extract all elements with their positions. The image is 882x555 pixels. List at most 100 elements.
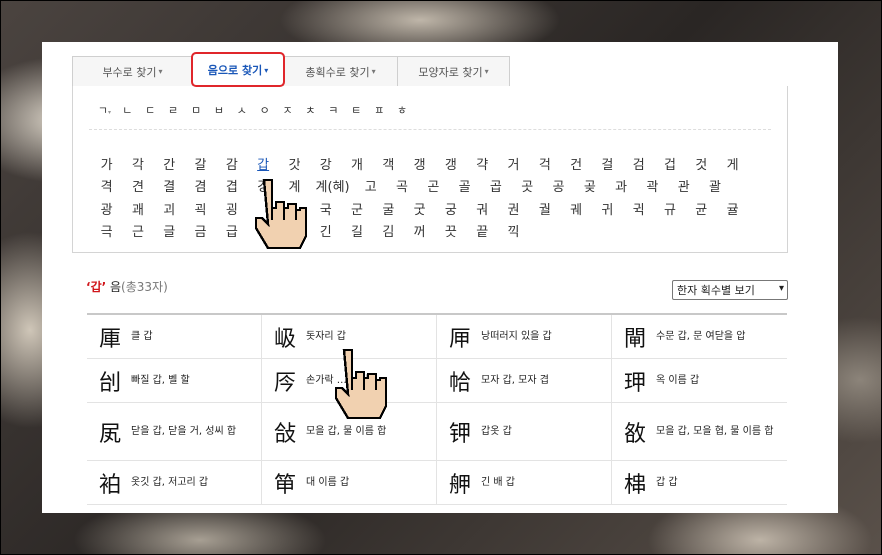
syllable-link[interactable]: 거 xyxy=(498,154,529,173)
syllable-link[interactable]: 국 xyxy=(310,199,341,218)
syllable-link[interactable]: 가 xyxy=(91,154,122,173)
syllable-link[interactable]: 괄 xyxy=(699,176,730,195)
hanja-character[interactable]: 笚 xyxy=(274,467,306,499)
hanja-character[interactable]: 㞍 xyxy=(99,416,131,448)
syllable-link[interactable]: 끽 xyxy=(498,221,529,240)
syllable-link[interactable]: 견 xyxy=(122,176,153,195)
syllable-link[interactable]: 겸 xyxy=(185,176,216,195)
syllable-link[interactable]: 궤 xyxy=(560,199,591,218)
syllable-link[interactable]: 괴 xyxy=(154,199,185,218)
syllable-link[interactable]: 균 xyxy=(686,199,717,218)
syllable-link[interactable]: 강 xyxy=(310,154,341,173)
syllable-link[interactable]: 격 xyxy=(91,176,122,195)
hanja-result-cell[interactable]: 刣 빠질 갑, 벨 할 xyxy=(87,359,262,403)
syllable-link[interactable]: 계 xyxy=(279,176,310,195)
hanja-result-cell[interactable]: 梙갑 갑 xyxy=(612,461,787,505)
syllable-link[interactable]: 곤 xyxy=(418,176,449,195)
syllable-link[interactable]: 귀 xyxy=(592,199,623,218)
syllable-link[interactable]: 간 xyxy=(154,154,185,173)
tab-radical[interactable]: 부수로 찾기 ▾ xyxy=(72,56,193,86)
syllable-link[interactable]: 곡 xyxy=(386,176,417,195)
hanja-result-cell[interactable]: 㞍 닫을 갑, 닫을 거, 성씨 합 xyxy=(87,403,262,461)
syllable-link[interactable]: 굿 xyxy=(404,199,435,218)
syllable-link[interactable]: 굴 xyxy=(373,199,404,218)
syllable-link[interactable]: 것 xyxy=(686,154,717,173)
initial-consonant[interactable]: ㅋ xyxy=(322,102,345,118)
syllable-link[interactable]: 귤 xyxy=(717,199,748,218)
hanja-result-cell[interactable]: 钾 갑옷 갑 xyxy=(437,403,612,461)
syllable-link[interactable]: 갱 xyxy=(435,154,466,173)
initial-consonant[interactable]: ㅌ xyxy=(345,102,368,118)
syllable-link[interactable]: 계(혜) xyxy=(310,176,355,195)
initial-consonant[interactable]: ㄴ xyxy=(116,102,139,118)
initial-consonant[interactable]: ㅍ xyxy=(368,102,391,118)
hanja-character[interactable]: 刣 xyxy=(99,365,131,397)
syllable-link[interactable]: 귁 xyxy=(623,199,654,218)
syllable-link[interactable]: 글 xyxy=(154,221,185,240)
syllable-link[interactable]: 군 xyxy=(341,199,372,218)
hanja-character[interactable]: 敋 xyxy=(624,416,656,448)
syllable-link[interactable]: 갈 xyxy=(185,154,216,173)
hanja-character[interactable]: 袙 xyxy=(99,467,131,499)
initial-consonant[interactable]: ㅊ xyxy=(299,102,322,118)
syllable-link[interactable]: 긴 xyxy=(310,221,341,240)
hanja-result-cell[interactable]: 敋 모을 갑, 모을 협, 물 이름 합 xyxy=(612,403,787,461)
syllable-link[interactable]: 곶 xyxy=(574,176,605,195)
initial-consonant[interactable]: ㅂ xyxy=(207,102,230,118)
syllable-link[interactable]: 갓 xyxy=(279,154,310,173)
syllable-link[interactable]: 곳 xyxy=(512,176,543,195)
hanja-character[interactable]: 岋 xyxy=(274,321,306,353)
syllable-link[interactable]: 건 xyxy=(560,154,591,173)
tab-sound[interactable]: 음으로 찾기 ▾ xyxy=(191,52,285,87)
syllable-link[interactable]: 규 xyxy=(654,199,685,218)
hanja-result-cell[interactable]: 玾옥 이름 갑 xyxy=(612,359,787,403)
tab-stroke-count[interactable]: 총획수로 찾기 ▾ xyxy=(283,56,398,86)
syllable-link[interactable]: 끝 xyxy=(467,221,498,240)
syllable-link[interactable]: 광 xyxy=(91,199,122,218)
hanja-result-cell[interactable]: 㕂 손가락 …… 갑 xyxy=(262,359,437,403)
syllable-link[interactable]: 각 xyxy=(122,154,153,173)
hanja-character[interactable]: 敆 xyxy=(274,416,306,448)
hanja-character[interactable]: 舺 xyxy=(449,467,481,499)
hanja-character[interactable]: 㕂 xyxy=(274,365,306,397)
syllable-link[interactable]: 극 xyxy=(91,221,122,240)
syllable-link[interactable]: 게 xyxy=(717,154,748,173)
initial-consonant[interactable]: ㄷ xyxy=(139,102,162,118)
hanja-result-cell[interactable]: 岋 돗자리 갑 xyxy=(262,315,437,359)
syllable-link[interactable]: 길 xyxy=(341,221,372,240)
hanja-character[interactable]: 帢 xyxy=(449,365,481,397)
initial-consonant[interactable]: ㅇ xyxy=(253,102,276,118)
hanja-result-cell[interactable]: 舺긴 배 갑 xyxy=(437,461,612,505)
syllable-link[interactable]: 겹 xyxy=(216,176,247,195)
syllable-link[interactable]: 급 xyxy=(216,221,247,240)
hanja-result-cell[interactable]: 笚대 이름 갑 xyxy=(262,461,437,505)
syllable-link[interactable]: 괘 xyxy=(122,199,153,218)
hanja-character[interactable]: 玾 xyxy=(624,365,656,397)
syllable-link[interactable]: 괵 xyxy=(185,199,216,218)
hanja-character[interactable]: 厙 xyxy=(99,321,131,353)
hanja-character[interactable]: 閘 xyxy=(624,321,656,353)
syllable-link[interactable]: 결 xyxy=(154,176,185,195)
syllable-link[interactable]: 곽 xyxy=(637,176,668,195)
syllable-link[interactable]: 근 xyxy=(122,221,153,240)
syllable-link[interactable]: 굉 xyxy=(216,199,247,218)
syllable-link[interactable]: 김 xyxy=(373,221,404,240)
syllable-link[interactable]: 고 xyxy=(355,176,386,195)
initial-consonant[interactable]: ㅎ xyxy=(391,102,414,118)
syllable-link[interactable]: 관 xyxy=(668,176,699,195)
hanja-result-cell[interactable]: 厙클 갑 xyxy=(87,315,262,359)
syllable-link[interactable]: 꺼 xyxy=(404,221,435,240)
syllable-link[interactable]: 궈 xyxy=(467,199,498,218)
syllable-link[interactable]: 끗 xyxy=(435,221,466,240)
hanja-result-cell[interactable]: 敆 모을 갑, 물 이름 합 xyxy=(262,403,437,461)
hanja-result-cell[interactable]: 閘 수문 갑, 문 여닫을 압 xyxy=(612,315,787,359)
hanja-result-cell[interactable]: 帢 모자 갑, 모자 겹 xyxy=(437,359,612,403)
syllable-link[interactable]: 갹 xyxy=(467,154,498,173)
initial-consonant[interactable]: ㄹ xyxy=(162,102,185,118)
syllable-link[interactable]: 금 xyxy=(185,221,216,240)
syllable-link[interactable]: 객 xyxy=(373,154,404,173)
syllable-link[interactable]: 공 xyxy=(543,176,574,195)
tab-shape[interactable]: 모양자로 찾기 ▾ xyxy=(397,56,510,86)
syllable-link[interactable]: 갱 xyxy=(404,154,435,173)
hanja-character[interactable]: 钾 xyxy=(449,416,481,448)
